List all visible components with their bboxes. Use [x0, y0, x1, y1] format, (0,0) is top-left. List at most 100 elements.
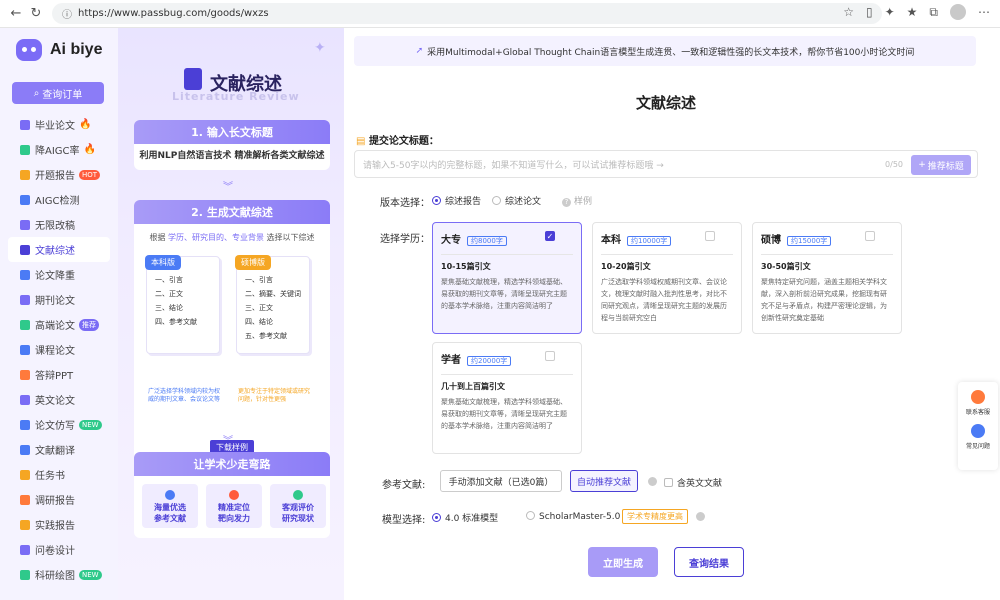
- sidebar-item-label: 答辩PPT: [35, 371, 74, 382]
- sidebar-item[interactable]: 答辩PPT: [0, 362, 118, 387]
- logo[interactable]: Ai biye: [0, 28, 118, 72]
- sidebar-item[interactable]: 高端论文 推荐: [0, 312, 118, 337]
- profile-avatar[interactable]: [950, 4, 966, 20]
- paper-graduate-note: 更加专注于特定领域或研究问题，针对性更强: [238, 388, 311, 403]
- step2-description: 根据 学历、研究目的、专业背景 选择以下综述: [149, 233, 315, 242]
- sidebar: Ai biye ⌕ 查询订单 毕业论文 🔥 降AIGC率 🔥 开题报告 HOT AIGC检测…: [0, 28, 118, 600]
- collections-icon[interactable]: ⧉: [929, 5, 938, 20]
- sidebar-item[interactable]: 文献翻译: [0, 437, 118, 462]
- sidebar-item[interactable]: 文献综述: [8, 237, 110, 262]
- split-screen-icon[interactable]: ▯: [866, 5, 873, 19]
- address-bar[interactable]: ⓘ https://www.passbug.com/goods/wxzs: [52, 3, 882, 24]
- title-input[interactable]: 请输入5-50字以内的完整标题，如果不知道写什么，可以试试推荐标题哦 → 0/5…: [354, 150, 978, 178]
- browser-toolbar: ← ↻ ⓘ https://www.passbug.com/goods/wxzs…: [0, 0, 1000, 28]
- sidebar-item[interactable]: 期刊论文: [0, 287, 118, 312]
- step1-header: 1. 输入长文标题: [134, 120, 330, 144]
- model-option-scholarmaster[interactable]: ScholarMaster-5.0: [526, 511, 620, 522]
- include-english-checkbox[interactable]: 含英文文献: [664, 476, 722, 489]
- sample-link[interactable]: ? 样例: [562, 194, 592, 207]
- sidebar-item[interactable]: 实践报告: [0, 512, 118, 537]
- sidebar-item-label: 高端论文: [35, 321, 75, 332]
- manual-add-reference-button[interactable]: 手动添加文献（已选0篇）: [440, 470, 562, 492]
- sidebar-item[interactable]: 毕业论文 🔥: [0, 112, 118, 137]
- feature-line1: 客观评价: [282, 503, 314, 512]
- sidebar-item[interactable]: 无限改稿: [0, 212, 118, 237]
- sidebar-item[interactable]: 降AIGC率 🔥: [0, 137, 118, 162]
- sidebar-item-label: 期刊论文: [35, 296, 75, 307]
- card-citation-count: 10-15篇引文: [441, 262, 491, 271]
- back-icon[interactable]: ←: [8, 6, 24, 22]
- sidebar-item[interactable]: 课程论文: [0, 337, 118, 362]
- card-word-tag: 约20000字: [467, 356, 512, 366]
- recommend-title-button[interactable]: + 推荐标题: [911, 155, 971, 175]
- sidebar-item-label: AIGC检测: [35, 196, 80, 207]
- bookmark-star-icon[interactable]: ☆: [843, 5, 854, 19]
- radio-unselected: [492, 196, 501, 205]
- version-option-report[interactable]: 综述报告: [432, 194, 481, 207]
- card-description: 广泛选取学科领域权威期刊文章、会议论文，梳理文献时融入批判性思考，对比不同研究观…: [601, 278, 727, 322]
- card-divider: [601, 254, 733, 255]
- sidebar-item-label: 降AIGC率: [35, 146, 80, 157]
- auto-recommend-reference-button[interactable]: 自动推荐文献: [570, 470, 638, 492]
- radio-selected: [432, 513, 441, 522]
- sidebar-item[interactable]: 开题报告 HOT: [0, 162, 118, 187]
- feature-icon: [165, 490, 175, 500]
- sidebar-item[interactable]: AIGC检测: [0, 187, 118, 212]
- promo-title: 文献综述: [210, 74, 282, 95]
- education-card[interactable]: 学者 约20000字 几十到上百篇引文 聚焦基础文献梳理，精选学科领域基础、易获取的期…: [432, 342, 582, 454]
- card-checkbox[interactable]: [865, 231, 875, 241]
- step2-header: 2. 生成文献综述: [134, 200, 330, 224]
- customer-service-item[interactable]: 联系客服: [958, 390, 998, 416]
- education-card[interactable]: 大专 约8000字 ✓ 10-15篇引文 聚焦基础文献梳理，精选学科领域基础、易获取的期…: [432, 222, 582, 334]
- feature-icon: [293, 490, 303, 500]
- url-text: https://www.passbug.com/goods/wxzs: [78, 8, 269, 19]
- reload-icon[interactable]: ↻: [28, 6, 44, 22]
- headset-icon: [971, 390, 985, 404]
- notice-text: 采用Multimodal+Global Thought Chain语言模型生成连…: [427, 47, 915, 58]
- more-menu-icon[interactable]: ⋯: [978, 5, 990, 19]
- faq-item[interactable]: 常见问题: [958, 424, 998, 450]
- help-icon[interactable]: [696, 512, 705, 521]
- paper-line: 三、正文: [245, 304, 273, 312]
- badge: 推荐: [79, 318, 99, 331]
- sidebar-item[interactable]: 论文降重: [0, 262, 118, 287]
- card-name: 大专: [441, 235, 461, 246]
- sidebar-item[interactable]: 任务书: [0, 462, 118, 487]
- sidebar-item[interactable]: 科研绘图 NEW: [0, 562, 118, 587]
- sidebar-item[interactable]: 调研报告: [0, 487, 118, 512]
- promo-panel: ✦ Literature Review 文献综述 1. 输入长文标题 利用NLP…: [118, 28, 344, 600]
- sidebar-item[interactable]: 问卷设计: [0, 537, 118, 562]
- feature-tile: 海量优选 参考文献: [142, 484, 198, 528]
- sidebar-item-label: 文献综述: [35, 246, 75, 257]
- sidebar-item[interactable]: 英文论文: [0, 387, 118, 412]
- card-description: 聚焦特定研究问题，涵盖主题相关学科文献，深入剖析前沿研究成果，挖掘现有研究不足与…: [761, 278, 887, 322]
- sidebar-item-label: 英文论文: [35, 396, 75, 407]
- card-divider: [761, 254, 893, 255]
- paper-line: 四、参考文献: [155, 318, 197, 326]
- education-card[interactable]: 硕博 约15000字 30-50篇引文 聚焦特定研究问题，涵盖主题相关学科文献，深入剖…: [752, 222, 902, 334]
- extensions-icon[interactable]: ✦: [885, 5, 895, 19]
- favorites-icon[interactable]: ★: [907, 5, 918, 19]
- education-card[interactable]: 本科 约10000字 10-20篇引文 广泛选取学科领域权威期刊文章、会议论文，梳理文…: [592, 222, 742, 334]
- card-checkbox[interactable]: ✓: [545, 231, 555, 241]
- help-icon[interactable]: [648, 477, 657, 486]
- feature-line1: 精准定位: [218, 503, 250, 512]
- site-info-icon[interactable]: ⓘ: [62, 6, 72, 21]
- badge: NEW: [79, 569, 102, 580]
- sidebar-item[interactable]: 论文仿写 NEW: [0, 412, 118, 437]
- step3-header: 让学术少走弯路: [134, 452, 330, 476]
- title-input-placeholder: 请输入5-50字以内的完整标题，如果不知道写什么，可以试试推荐标题哦 →: [363, 160, 664, 171]
- query-result-button[interactable]: 查询结果: [674, 547, 744, 577]
- card-name: 硕博: [761, 235, 781, 246]
- card-checkbox[interactable]: [545, 351, 555, 361]
- generate-button[interactable]: 立即生成: [588, 547, 658, 577]
- chevron-down-icon: ︾: [223, 182, 233, 193]
- model-option-standard[interactable]: 4.0 标准模型: [432, 511, 498, 524]
- version-option-thesis[interactable]: 综述论文: [492, 194, 541, 207]
- robot-logo-icon: [16, 39, 42, 61]
- sidebar-nav: 毕业论文 🔥 降AIGC率 🔥 开题报告 HOT AIGC检测无限改稿文献综述论文降重期刊论…: [0, 112, 118, 587]
- card-checkbox[interactable]: [705, 231, 715, 241]
- query-order-button[interactable]: ⌕ 查询订单: [12, 82, 104, 104]
- sidebar-item-label: 论文降重: [35, 271, 75, 282]
- nav-item-icon: [20, 244, 30, 255]
